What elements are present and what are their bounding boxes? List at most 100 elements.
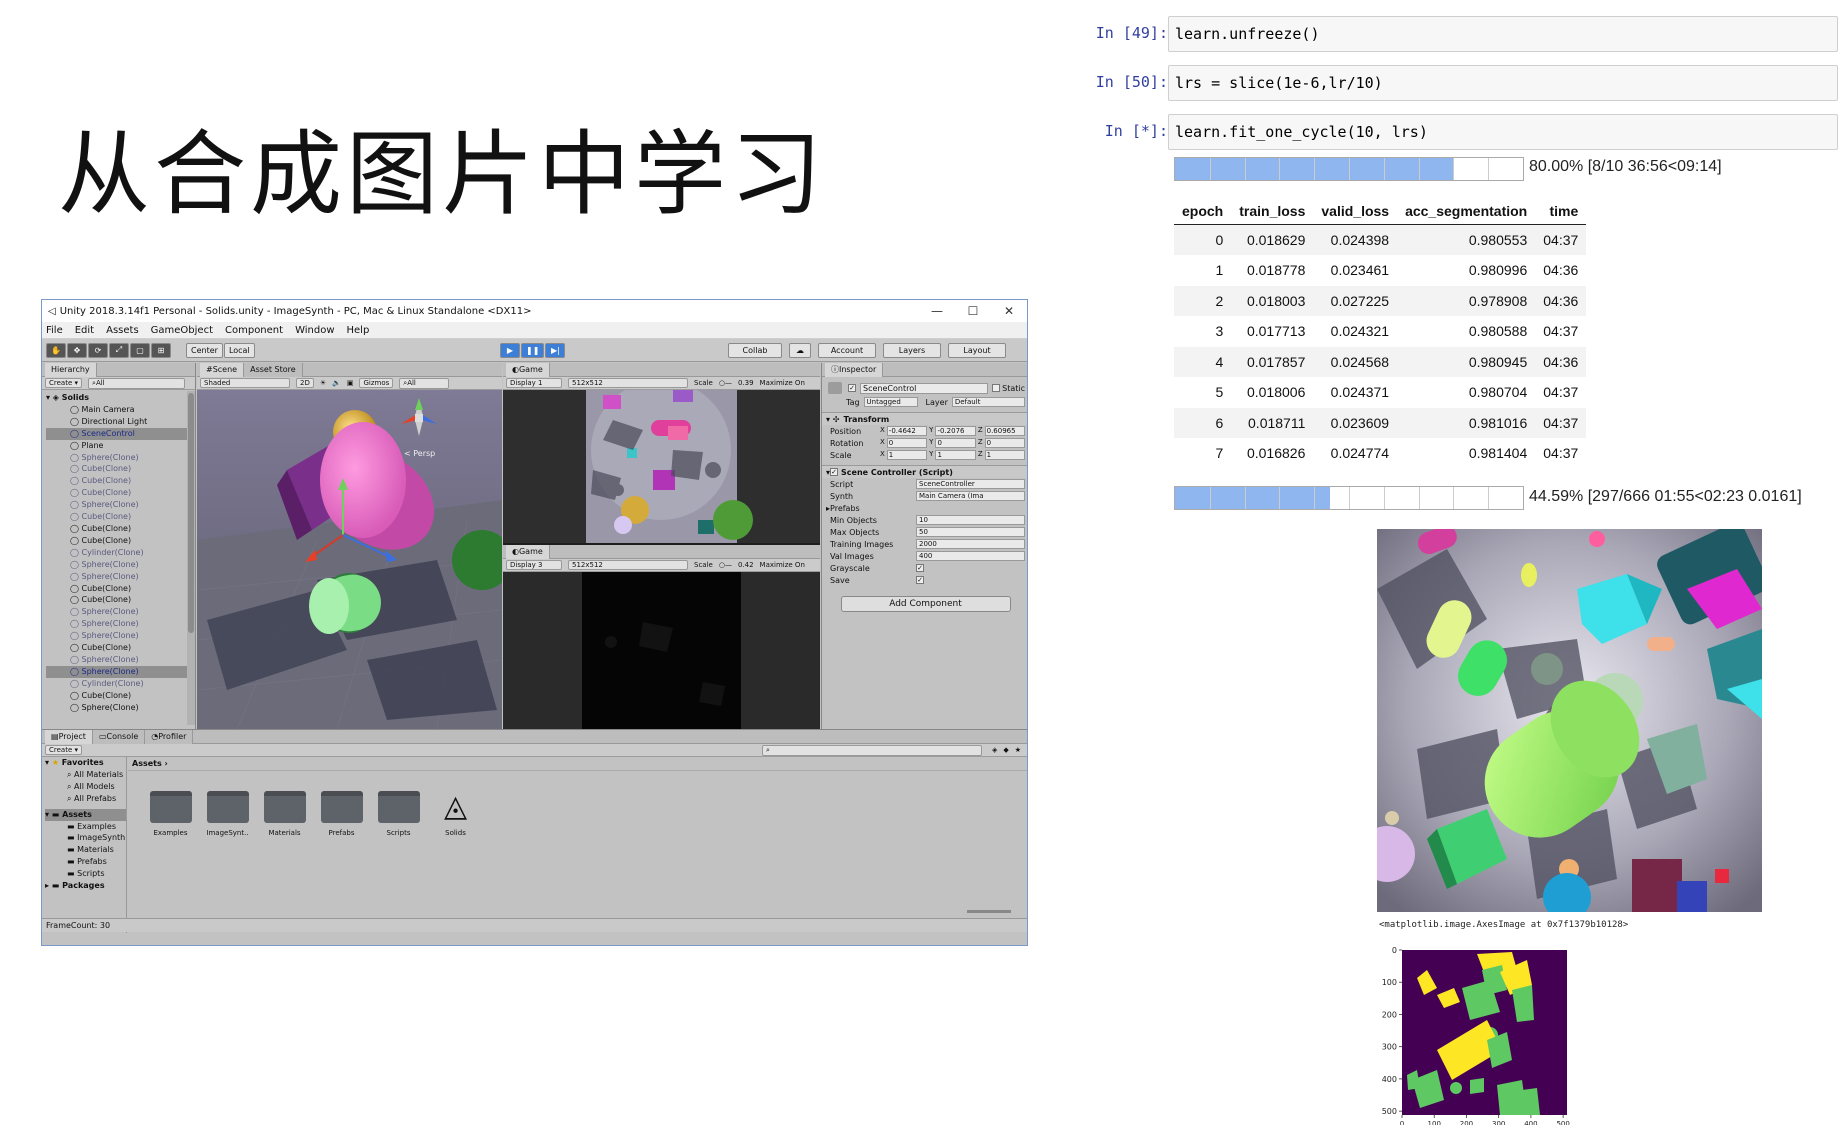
asset-folder[interactable]: Prefabs	[313, 791, 370, 837]
filter-label-icon[interactable]: ◆	[1003, 746, 1008, 754]
favorites-item[interactable]: ⌕ All Prefabs	[45, 793, 126, 805]
tab-asset-store[interactable]: Asset Store	[244, 362, 303, 377]
project-search-input[interactable]: ⌕	[761, 744, 982, 756]
tab-profiler[interactable]: ◔ Profiler	[145, 729, 194, 744]
asset-folder[interactable]: Materials	[256, 791, 313, 837]
hierarchy-item[interactable]: ◯ Directional Light	[46, 416, 195, 428]
assets-tree-item[interactable]: ▬ ImageSynth	[45, 832, 126, 844]
scene-viewport[interactable]: < Persp	[197, 390, 502, 729]
breadcrumb-assets[interactable]: Assets	[132, 759, 162, 768]
assets-node[interactable]: ▾ ▬ Assets	[45, 808, 126, 821]
hierarchy-create-button[interactable]: Create ▾	[45, 378, 83, 388]
object-name-field[interactable]: SceneControl	[860, 382, 989, 394]
effects-toggle-icon[interactable]: ▣	[347, 379, 354, 387]
rect-tool-icon[interactable]: ▢	[130, 342, 150, 358]
scene-search-input[interactable]: ⌕All	[399, 377, 450, 389]
filter-type-icon[interactable]: ◈	[992, 746, 997, 754]
scale-x-field[interactable]: 1	[886, 450, 928, 460]
favorites-node[interactable]: ▾ ★ Favorites	[45, 757, 126, 769]
hierarchy-item[interactable]: ◯ Sphere(Clone)	[46, 702, 195, 714]
rotation-y-field[interactable]: 0	[935, 438, 976, 448]
audio-toggle-icon[interactable]: 🔈	[332, 379, 341, 387]
pivot-local-button[interactable]: Local	[223, 342, 255, 358]
hierarchy-item[interactable]: ◯ Cylinder(Clone)	[46, 678, 195, 690]
icon-size-slider[interactable]	[967, 910, 1011, 913]
layer-dropdown[interactable]: Default	[951, 397, 1025, 407]
tab-game-2[interactable]: ◐ Game	[506, 544, 550, 559]
hierarchy-item[interactable]: ◯ Sphere(Clone)	[46, 559, 195, 571]
hierarchy-search-input[interactable]: ⌕All	[88, 377, 185, 389]
position-y-field[interactable]: -0.2076	[935, 426, 976, 436]
account-dropdown[interactable]: Account	[818, 342, 876, 358]
cloud-icon[interactable]: ☁	[789, 342, 811, 358]
layout-dropdown[interactable]: Layout	[948, 342, 1006, 358]
assets-tree-item[interactable]: ▬ Materials	[45, 844, 126, 856]
static-checkbox[interactable]	[992, 384, 1001, 392]
close-button[interactable]: ✕	[991, 304, 1027, 318]
inspector-field-value[interactable]: Main Camera (Ima	[916, 491, 1025, 501]
hierarchy-item[interactable]: ◯ Sphere(Clone)	[46, 618, 195, 630]
hierarchy-item[interactable]: ◯ Sphere(Clone)	[46, 630, 195, 642]
hierarchy-item[interactable]: ◯ Sphere(Clone)	[46, 452, 195, 464]
scale-tool-icon[interactable]: ⤢	[109, 342, 129, 358]
scale-y-field[interactable]: 1	[935, 450, 976, 460]
tab-inspector[interactable]: ⓘ Inspector	[825, 362, 884, 377]
assets-tree-item[interactable]: ▬ Prefabs	[45, 856, 126, 868]
hierarchy-item[interactable]: ◯ Cube(Clone)	[46, 487, 195, 499]
position-x-field[interactable]: -0.4642	[886, 426, 928, 436]
rotate-tool-icon[interactable]: ⟳	[88, 342, 108, 358]
gizmos-dropdown[interactable]: Gizmos	[359, 378, 394, 388]
tab-game-1[interactable]: ◐ Game	[506, 362, 550, 377]
game-2-viewport[interactable]	[503, 572, 820, 729]
move-tool-icon[interactable]: ✥	[67, 342, 87, 358]
transform-header[interactable]: ▾ ✣ Transform	[822, 412, 1027, 425]
collab-dropdown[interactable]: Collab	[728, 342, 782, 358]
inspector-field-label[interactable]: Prefabs	[830, 504, 916, 513]
hierarchy-item[interactable]: ◯ Cube(Clone)	[46, 583, 195, 595]
hierarchy-item[interactable]: ◯ Cube(Clone)	[46, 475, 195, 487]
rotation-x-field[interactable]: 0	[886, 438, 928, 448]
hierarchy-item[interactable]: ◯ Cube(Clone)	[46, 535, 195, 547]
display-3-dropdown[interactable]: Display 3	[506, 560, 562, 570]
favorites-item[interactable]: ⌕ All Models	[45, 781, 126, 793]
hierarchy-scrollbar[interactable]	[187, 391, 195, 725]
menu-assets[interactable]: Assets	[106, 325, 139, 336]
shading-mode-dropdown[interactable]: Shaded	[200, 378, 290, 388]
play-button[interactable]: ▶	[500, 342, 520, 358]
hierarchy-item[interactable]: ◯ Sphere(Clone)	[46, 606, 195, 618]
menu-window[interactable]: Window	[295, 325, 334, 336]
code-cell-running[interactable]: learn.fit_one_cycle(10, lrs)	[1168, 114, 1838, 150]
hierarchy-item[interactable]: ◯ Cube(Clone)	[46, 511, 195, 523]
transform-tool-icon[interactable]: ⊞	[151, 342, 171, 358]
tab-hierarchy[interactable]: Hierarchy	[45, 362, 97, 377]
assets-tree-item[interactable]: ▬ Examples	[45, 821, 126, 833]
menu-gameobject[interactable]: GameObject	[151, 325, 213, 336]
display-1-dropdown[interactable]: Display 1	[506, 378, 562, 388]
assets-tree-item[interactable]: ▬ Scripts	[45, 868, 126, 880]
pause-button[interactable]: ❚❚	[521, 342, 545, 358]
game-1-viewport[interactable]	[503, 390, 820, 543]
maximize-on-play-1[interactable]: Maximize On	[760, 379, 805, 387]
asset-folder[interactable]: Examples	[142, 791, 199, 837]
maximize-button[interactable]: ☐	[955, 304, 991, 318]
resolution-2-dropdown[interactable]: 512x512	[568, 560, 688, 570]
position-z-field[interactable]: 0.60965	[984, 426, 1025, 436]
asset-folder[interactable]: Scripts	[370, 791, 427, 837]
add-component-button[interactable]: Add Component	[840, 596, 1011, 612]
hierarchy-item[interactable]: ◯ Cylinder(Clone)	[46, 547, 195, 559]
hierarchy-item[interactable]: ◯ SceneControl	[46, 427, 195, 440]
minimize-button[interactable]: —	[919, 304, 955, 318]
hierarchy-item[interactable]: ◯ Sphere(Clone)	[46, 499, 195, 511]
inspector-field-value[interactable]: SceneController	[916, 479, 1025, 489]
asset-folder[interactable]: ◬ Solids	[427, 791, 484, 838]
inspector-field-value[interactable]: 10	[916, 515, 1025, 525]
code-cell-50[interactable]: lrs = slice(1e-6,lr/10)	[1168, 65, 1838, 101]
project-create-button[interactable]: Create ▾	[45, 745, 83, 755]
inspector-field-checkbox[interactable]: ✓	[916, 576, 924, 584]
hierarchy-item[interactable]: ◯ Cube(Clone)	[46, 642, 195, 654]
2d-toggle[interactable]: 2D	[296, 378, 314, 388]
inspector-field-value[interactable]: 2000	[916, 539, 1025, 549]
hierarchy-item[interactable]: ◯ Cube(Clone)	[46, 690, 195, 702]
layers-dropdown[interactable]: Layers	[883, 342, 941, 358]
tab-console[interactable]: ▭ Console	[92, 729, 146, 744]
